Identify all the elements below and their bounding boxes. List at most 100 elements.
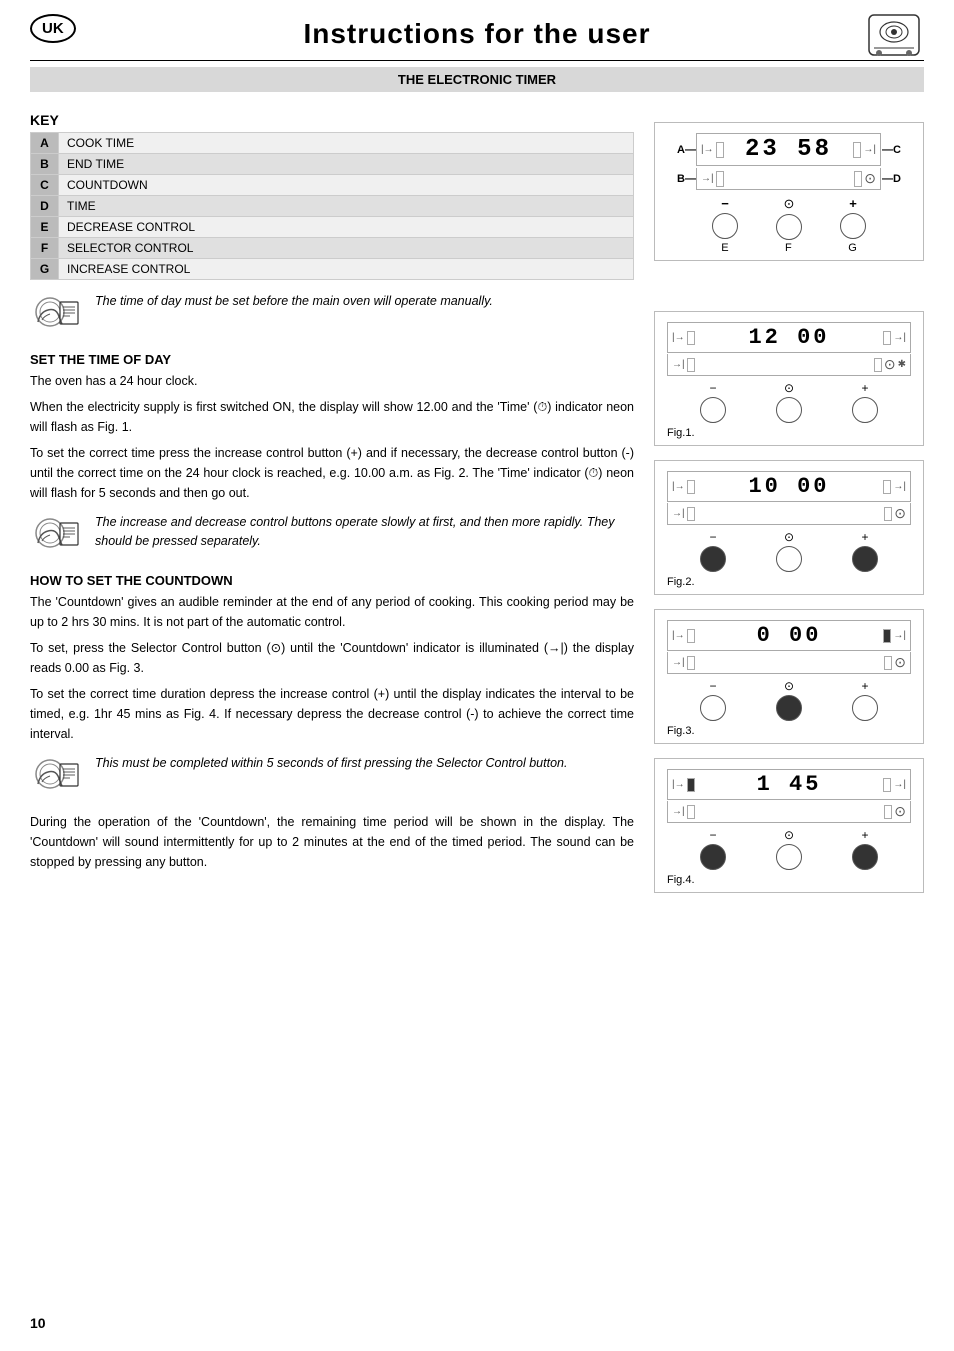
note-1-text: The time of day must be set before the m… xyxy=(95,292,493,311)
main-figure: A— |→ 23 58 →| —C xyxy=(654,122,924,261)
figure-2: |→ 10 00 →| →| ⊙ xyxy=(654,460,924,595)
fig3-selector: ⊙ xyxy=(776,679,802,721)
selector-circle-main xyxy=(776,214,802,240)
countdown-para3: To set the correct time duration depress… xyxy=(30,684,634,744)
key-heading: KEY xyxy=(30,112,634,128)
key-letter: C xyxy=(31,175,59,196)
figure-1: |→ 12 00 →| →| ⊙ xyxy=(654,311,924,446)
fig4-plus: + xyxy=(852,828,878,870)
fig4-selector: ⊙ xyxy=(776,828,802,870)
key-letter: F xyxy=(31,238,59,259)
label-B: B— xyxy=(677,173,696,185)
key-description: END TIME xyxy=(59,154,634,175)
countdown-para4: During the operation of the 'Countdown',… xyxy=(30,812,634,872)
key-row: DTIME xyxy=(31,196,634,217)
set-time-para2: When the electricity supply is first swi… xyxy=(30,397,634,437)
fig2-sel-circle xyxy=(776,546,802,572)
fig3-minus-circle xyxy=(700,695,726,721)
fig1-minus-circle xyxy=(700,397,726,423)
note-3: This must be completed within 5 seconds … xyxy=(30,754,634,802)
fig2-minus-circle xyxy=(700,546,726,572)
key-row: ACOOK TIME xyxy=(31,133,634,154)
key-letter: B xyxy=(31,154,59,175)
fig1-label: Fig.1. xyxy=(667,427,911,439)
fig2-label: Fig.2. xyxy=(667,576,911,588)
fig1-selector: ⊙ xyxy=(776,381,802,423)
page: UK Instructions for the user THE ELECTRO… xyxy=(0,0,954,1351)
selector-control-main: ⊙ xyxy=(776,196,802,240)
right-column: A— |→ 23 58 →| —C xyxy=(654,112,924,907)
page-title: Instructions for the user xyxy=(303,18,650,50)
key-description: SELECTOR CONTROL xyxy=(59,238,634,259)
set-time-para1: The oven has a 24 hour clock. xyxy=(30,371,634,391)
label-G-bottom: G xyxy=(848,242,857,254)
plus-circle-main xyxy=(840,213,866,239)
note-3-text: This must be completed within 5 seconds … xyxy=(95,754,567,773)
fig4-display: 1 45 xyxy=(697,772,882,797)
fig1-minus: − xyxy=(700,381,726,423)
key-description: INCREASE CONTROL xyxy=(59,259,634,280)
brand-logo xyxy=(864,10,924,60)
key-row: GINCREASE CONTROL xyxy=(31,259,634,280)
fig1-sel-circle xyxy=(776,397,802,423)
fig4-plus-circle xyxy=(852,844,878,870)
key-description: COUNTDOWN xyxy=(59,175,634,196)
fig2-display: 10 00 xyxy=(697,474,882,499)
decrease-control-main: − xyxy=(712,196,738,240)
fig3-plus-circle xyxy=(852,695,878,721)
key-row: FSELECTOR CONTROL xyxy=(31,238,634,259)
key-letter: E xyxy=(31,217,59,238)
fig3-display: 0 00 xyxy=(697,623,882,648)
set-time-para3: To set the correct time press the increa… xyxy=(30,443,634,503)
fig4-sel-circle xyxy=(776,844,802,870)
header: UK Instructions for the user xyxy=(0,0,954,60)
label-D: —D xyxy=(881,173,901,185)
key-description: TIME xyxy=(59,196,634,217)
note-2: The increase and decrease control button… xyxy=(30,513,634,561)
fig4-minus: − xyxy=(700,828,726,870)
fig1-plus-circle xyxy=(852,397,878,423)
note-3-icon xyxy=(30,754,85,802)
key-letter: A xyxy=(31,133,59,154)
label-E-bottom: E xyxy=(721,242,728,254)
countdown-para1: The 'Countdown' gives an audible reminde… xyxy=(30,592,634,632)
fig3-minus: − xyxy=(700,679,726,721)
countdown-heading: HOW TO SET THE COUNTDOWN xyxy=(30,573,634,588)
fig4-label: Fig.4. xyxy=(667,874,911,886)
fig4-minus-circle xyxy=(700,844,726,870)
fig3-plus: + xyxy=(852,679,878,721)
key-row: BEND TIME xyxy=(31,154,634,175)
set-time-heading: SET THE TIME OF DAY xyxy=(30,352,634,367)
minus-circle-main xyxy=(712,213,738,239)
key-table: ACOOK TIMEBEND TIMECCOUNTDOWNDTIMEEDECRE… xyxy=(30,132,634,280)
label-F-bottom: F xyxy=(785,242,792,254)
label-A: A— xyxy=(677,144,696,156)
fig2-plus-circle xyxy=(852,546,878,572)
figure-4: |→ 1 45 →| →| ⊙ xyxy=(654,758,924,893)
figure-3: |→ 0 00 →| →| ⊙ xyxy=(654,609,924,744)
page-number: 10 xyxy=(30,1315,46,1331)
fig3-label: Fig.3. xyxy=(667,725,911,737)
key-row: CCOUNTDOWN xyxy=(31,175,634,196)
key-description: COOK TIME xyxy=(59,133,634,154)
note-1: The time of day must be set before the m… xyxy=(30,292,634,340)
fig2-plus: + xyxy=(852,530,878,572)
note-2-text: The increase and decrease control button… xyxy=(95,513,634,551)
section-title: THE ELECTRONIC TIMER xyxy=(30,67,924,92)
fig1-display: 12 00 xyxy=(697,325,882,350)
note-1-icon xyxy=(30,292,85,340)
note-2-icon xyxy=(30,513,85,561)
fig1-plus: + xyxy=(852,381,878,423)
key-letter: G xyxy=(31,259,59,280)
fig3-sel-circle xyxy=(776,695,802,721)
label-C: —C xyxy=(881,144,901,156)
key-letter: D xyxy=(31,196,59,217)
key-row: EDECREASE CONTROL xyxy=(31,217,634,238)
fig2-selector: ⊙ xyxy=(776,530,802,572)
main-content: KEY ACOOK TIMEBEND TIMECCOUNTDOWNDTIMEED… xyxy=(0,102,954,907)
countdown-para2: To set, press the Selector Control butto… xyxy=(30,638,634,678)
left-column: KEY ACOOK TIMEBEND TIMECCOUNTDOWNDTIMEED… xyxy=(30,112,634,907)
increase-control-main: + xyxy=(840,196,866,240)
main-display-value: 23 58 xyxy=(726,136,852,163)
uk-badge: UK xyxy=(30,14,76,43)
